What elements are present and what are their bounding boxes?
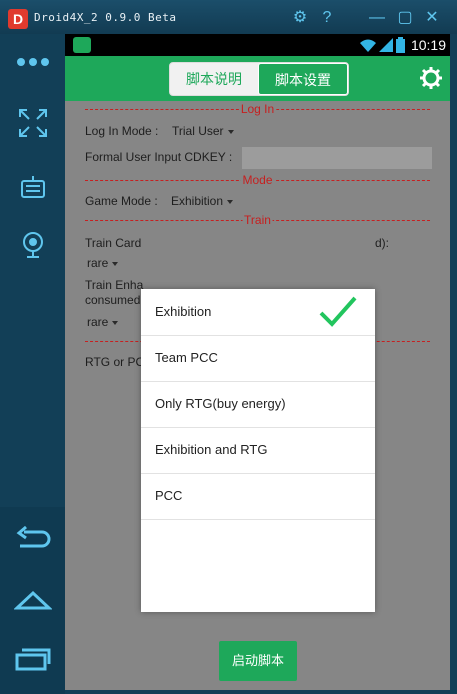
tab-switcher: 脚本说明 脚本设置 <box>169 62 349 96</box>
check-icon <box>319 296 357 327</box>
rtg-label: RTG or PC <box>85 355 145 369</box>
minimize-button[interactable]: — <box>367 8 387 28</box>
app-logo: D <box>8 9 28 29</box>
more-icon[interactable] <box>12 45 54 79</box>
consumed-label: consumed <box>85 293 141 307</box>
gear-icon[interactable] <box>419 66 443 90</box>
window-title: Droid4X_2 0.9.0 Beta <box>34 11 177 24</box>
train-card-suffix: d): <box>375 236 390 250</box>
login-mode-label: Log In Mode : <box>85 124 159 138</box>
help-icon[interactable]: ? <box>317 8 337 28</box>
maximize-button[interactable]: ▢ <box>395 8 415 28</box>
login-mode-dropdown[interactable]: Trial User <box>172 124 234 138</box>
close-button[interactable]: ✕ <box>422 8 442 28</box>
recents-icon[interactable] <box>12 641 54 675</box>
option-pcc[interactable]: PCC <box>141 473 375 520</box>
emulator-titlebar: D Droid4X_2 0.9.0 Beta ⚙ ? — ▢ ✕ <box>0 0 457 34</box>
option-only-rtg[interactable]: Only RTG(buy energy) <box>141 381 375 428</box>
option-team-pcc[interactable]: Team PCC <box>141 335 375 382</box>
settings-icon[interactable]: ⚙ <box>290 8 310 28</box>
nav-panel <box>0 507 65 694</box>
cdkey-input[interactable] <box>242 147 432 169</box>
settings-form: Log In Log In Mode : Trial User Formal U… <box>65 101 450 690</box>
android-screen: 10:19 脚本说明 脚本设置 Log In Log In Mode : Tri… <box>65 34 450 690</box>
window-frame-bottom <box>65 690 450 694</box>
tab-script-settings[interactable]: 脚本设置 <box>258 63 348 95</box>
game-mode-dropdown[interactable]: Exhibition <box>171 194 234 208</box>
emulator-sidebar <box>0 34 65 694</box>
status-time: 10:19 <box>410 37 446 53</box>
option-exhibition[interactable]: Exhibition <box>141 289 375 336</box>
cdkey-label: Formal User Input CDKEY : <box>85 150 233 164</box>
train-card-label: Train Card <box>85 236 142 250</box>
train-enhance-label: Train Enha <box>85 278 144 292</box>
keyboard-icon[interactable] <box>12 170 54 204</box>
game-mode-dialog: Exhibition Team PCC Only RTG(buy energy)… <box>141 289 375 612</box>
home-icon[interactable] <box>12 583 54 617</box>
tab-script-info[interactable]: 脚本说明 <box>170 63 258 95</box>
train-section-header: Train <box>85 213 430 227</box>
wifi-icon <box>360 39 376 52</box>
app-notification-icon <box>73 37 91 53</box>
train-enhance-dropdown[interactable]: rare <box>87 315 119 329</box>
game-mode-label: Game Mode : <box>85 194 158 208</box>
start-script-button[interactable]: 启动脚本 <box>219 641 297 681</box>
fullscreen-icon[interactable] <box>12 106 54 140</box>
webcam-icon[interactable] <box>12 228 54 262</box>
signal-icon <box>379 38 393 52</box>
back-icon[interactable] <box>12 521 54 555</box>
status-bar: 10:19 <box>65 34 450 56</box>
option-exhibition-and-rtg[interactable]: Exhibition and RTG <box>141 427 375 474</box>
mode-section-header: Mode <box>85 173 430 187</box>
login-section-header: Log In <box>85 102 430 116</box>
app-bar: 脚本说明 脚本设置 <box>65 56 450 101</box>
window-frame-right <box>450 34 457 694</box>
battery-icon <box>396 37 405 53</box>
train-card-dropdown[interactable]: rare <box>87 256 119 270</box>
